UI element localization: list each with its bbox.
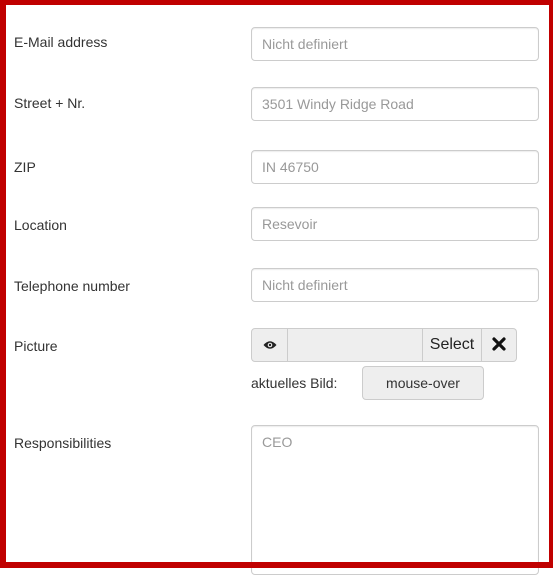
location-label: Location [14,217,67,233]
picture-filename-field[interactable] [288,328,422,362]
picture-label: Picture [14,338,58,354]
responsibilities-textarea[interactable]: CEO [251,425,539,575]
mouseover-preview-button[interactable]: mouse-over [362,366,484,400]
telephone-label: Telephone number [14,278,130,294]
clear-picture-button[interactable] [482,328,517,362]
current-picture-label: aktuelles Bild: [251,375,338,391]
street-field[interactable]: 3501 Windy Ridge Road [251,87,539,121]
picture-input-group: Select [251,328,517,362]
email-field[interactable]: Nicht definiert [251,27,539,61]
close-icon [492,336,506,354]
zip-field[interactable]: IN 46750 [251,150,539,184]
select-picture-button[interactable]: Select [422,328,482,362]
responsibilities-label: Responsibilities [14,435,112,451]
street-label: Street + Nr. [14,95,86,111]
location-field[interactable]: Resevoir [251,207,539,241]
telephone-field[interactable]: Nicht definiert [251,268,539,302]
zip-label: ZIP [14,159,36,175]
email-label: E-Mail address [14,34,108,50]
preview-button[interactable] [251,328,288,362]
eye-icon [263,337,277,353]
